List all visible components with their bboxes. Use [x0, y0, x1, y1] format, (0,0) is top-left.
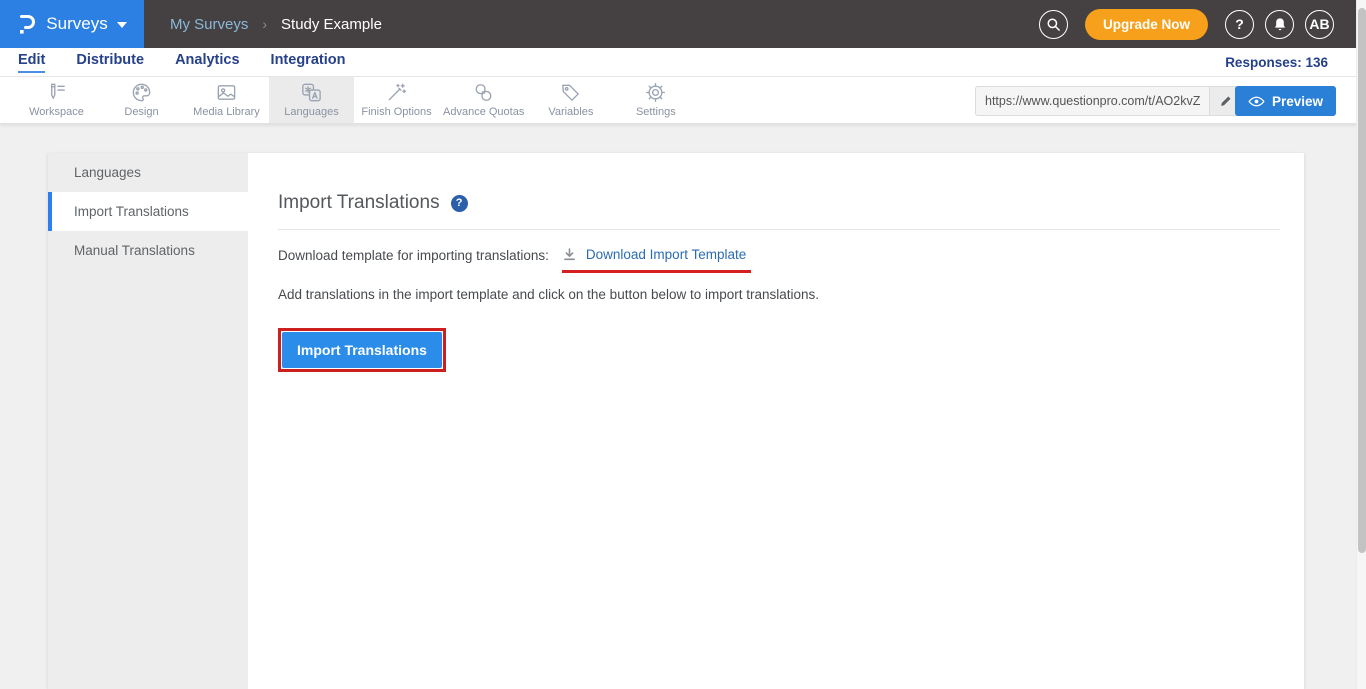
caret-down-icon — [117, 22, 127, 28]
tab-analytics[interactable]: Analytics — [175, 52, 239, 73]
tag-icon — [559, 81, 582, 104]
divider — [278, 229, 1280, 230]
questionpro-logo-icon — [17, 12, 37, 36]
help-icon[interactable]: ? — [451, 195, 468, 212]
toolbar-item-design[interactable]: Design — [99, 77, 184, 123]
breadcrumb-chevron-icon: › — [262, 16, 267, 32]
toolbar-item-label: Design — [124, 106, 158, 118]
palette-icon — [130, 81, 153, 104]
sidebar-item-languages[interactable]: Languages — [48, 153, 248, 192]
import-translations-button[interactable]: Import Translations — [282, 332, 442, 368]
sidebar-item-import-translations[interactable]: Import Translations — [48, 192, 248, 231]
annotation-highlight-box: Import Translations — [278, 328, 446, 372]
survey-url-box — [975, 86, 1243, 116]
survey-url-input[interactable] — [976, 87, 1209, 115]
breadcrumb-my-surveys[interactable]: My Surveys — [170, 16, 248, 33]
tab-distribute[interactable]: Distribute — [76, 52, 144, 73]
top-bar: Surveys My Surveys › Study Example Upgra… — [0, 0, 1366, 48]
toolbar-item-advance-quotas[interactable]: Advance Quotas — [439, 77, 528, 123]
translate-icon — [300, 81, 323, 104]
toolbar-item-finish-options[interactable]: Finish Options — [354, 77, 439, 123]
toolbar-item-label: Advance Quotas — [443, 106, 524, 118]
toolbar-item-label: Settings — [636, 106, 676, 118]
bell-icon — [1273, 17, 1287, 32]
toolbar-item-label: Variables — [548, 106, 593, 118]
eye-icon — [1248, 95, 1265, 108]
pencil-icon — [1219, 94, 1233, 108]
gear-icon — [644, 81, 667, 104]
toolbar-item-settings[interactable]: Settings — [613, 77, 698, 123]
edit-toolbar: Workspace Design Media Library Languages… — [0, 77, 1366, 124]
toolbar-item-workspace[interactable]: Workspace — [14, 77, 99, 123]
search-button[interactable] — [1039, 10, 1068, 39]
magic-wand-icon — [385, 81, 408, 104]
responses-count[interactable]: Responses: 136 — [1225, 55, 1366, 70]
page-scrollbar[interactable] — [1356, 0, 1366, 689]
download-template-label: Download template for importing translat… — [278, 248, 549, 263]
chain-links-icon — [472, 81, 495, 104]
notifications-button[interactable] — [1265, 10, 1294, 39]
survey-tab-bar: Edit Distribute Analytics Integration Re… — [0, 48, 1366, 77]
breadcrumb-current: Study Example — [281, 16, 382, 33]
page-title: Import Translations — [278, 192, 440, 214]
languages-sidebar: Languages Import Translations Manual Tra… — [48, 153, 248, 689]
product-name: Surveys — [46, 14, 107, 34]
toolbar-item-media-library[interactable]: Media Library — [184, 77, 269, 123]
scrollbar-thumb[interactable] — [1358, 8, 1366, 553]
download-import-template-link[interactable]: Download Import Template — [586, 247, 746, 262]
help-button[interactable]: ? — [1225, 10, 1254, 39]
tab-edit[interactable]: Edit — [18, 52, 45, 73]
instruction-text: Add translations in the import template … — [278, 287, 1280, 302]
pencil-list-icon — [45, 81, 68, 104]
search-icon — [1046, 17, 1061, 32]
toolbar-item-label: Finish Options — [361, 106, 431, 118]
page-body: Languages Import Translations Manual Tra… — [0, 124, 1366, 689]
toolbar-item-label: Media Library — [193, 106, 260, 118]
toolbar-item-languages[interactable]: Languages — [269, 77, 354, 123]
image-icon — [215, 81, 238, 104]
topbar-actions: Upgrade Now ? AB — [1039, 9, 1366, 40]
import-translations-content: Import Translations ? Download template … — [248, 153, 1304, 689]
toolbar-item-label: Languages — [284, 106, 338, 118]
product-switcher[interactable]: Surveys — [0, 0, 144, 48]
download-icon — [562, 247, 577, 262]
breadcrumb: My Surveys › Study Example — [170, 16, 382, 33]
download-link-wrap: Download Import Template — [562, 247, 746, 264]
preview-label: Preview — [1272, 94, 1323, 109]
annotation-underline — [562, 270, 751, 273]
preview-button[interactable]: Preview — [1235, 86, 1336, 116]
tab-integration[interactable]: Integration — [271, 52, 346, 73]
sidebar-item-manual-translations[interactable]: Manual Translations — [48, 231, 248, 270]
toolbar-item-variables[interactable]: Variables — [528, 77, 613, 123]
upgrade-now-button[interactable]: Upgrade Now — [1085, 9, 1208, 40]
avatar[interactable]: AB — [1305, 10, 1334, 39]
languages-panel: Languages Import Translations Manual Tra… — [48, 153, 1304, 689]
toolbar-item-label: Workspace — [29, 106, 84, 118]
